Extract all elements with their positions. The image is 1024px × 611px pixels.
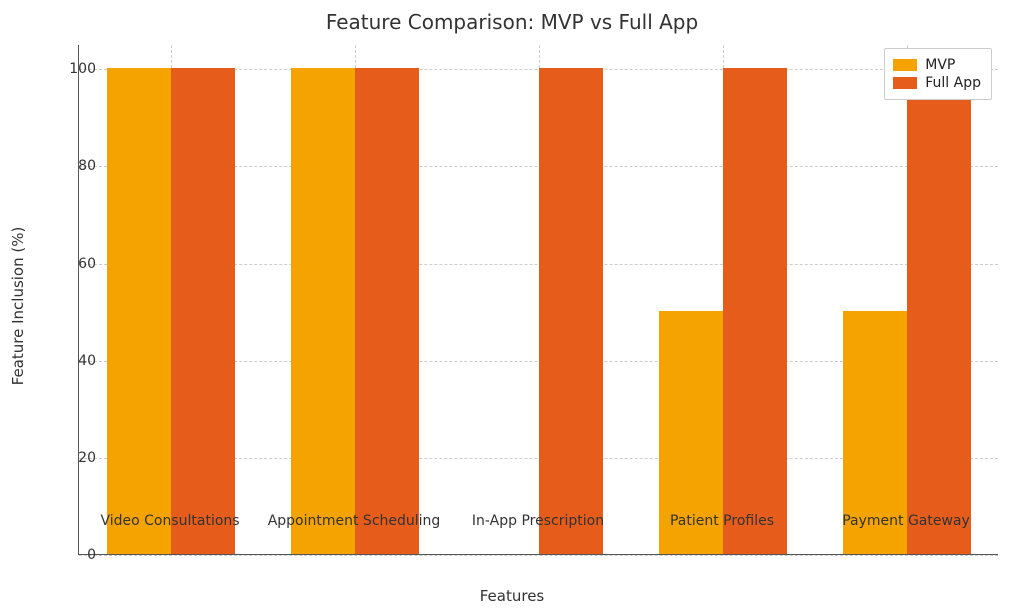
x-tick-label: Video Consultations <box>100 513 239 529</box>
chart-container: Feature Comparison: MVP vs Full App Feat… <box>0 0 1024 611</box>
y-tick-label: 0 <box>56 547 96 563</box>
gridline-h <box>79 555 998 556</box>
bar-full-2 <box>539 68 603 554</box>
bar-full-4 <box>907 68 971 554</box>
x-tick-label: In-App Prescription <box>472 513 604 529</box>
y-tick-label: 40 <box>56 353 96 369</box>
legend: MVP Full App <box>884 48 992 100</box>
legend-label-mvp: MVP <box>925 57 955 73</box>
y-tick-label: 60 <box>56 256 96 272</box>
y-axis-label: Feature Inclusion (%) <box>9 226 27 385</box>
chart-title: Feature Comparison: MVP vs Full App <box>0 10 1024 34</box>
legend-item-full: Full App <box>893 75 981 91</box>
plot-area <box>78 45 998 555</box>
x-tick-label: Patient Profiles <box>670 513 774 529</box>
bar-mvp-1 <box>291 68 355 554</box>
bar-full-3 <box>723 68 787 554</box>
legend-swatch-mvp <box>893 59 917 71</box>
bar-full-1 <box>355 68 419 554</box>
x-axis-label: Features <box>480 587 545 605</box>
x-tick-label: Payment Gateway <box>842 513 970 529</box>
legend-swatch-full <box>893 77 917 89</box>
legend-item-mvp: MVP <box>893 57 981 73</box>
bar-full-0 <box>171 68 235 554</box>
y-tick-label: 20 <box>56 450 96 466</box>
bar-mvp-0 <box>107 68 171 554</box>
y-tick-label: 100 <box>56 61 96 77</box>
legend-label-full: Full App <box>925 75 981 91</box>
y-tick-label: 80 <box>56 158 96 174</box>
x-tick-label: Appointment Scheduling <box>268 513 441 529</box>
